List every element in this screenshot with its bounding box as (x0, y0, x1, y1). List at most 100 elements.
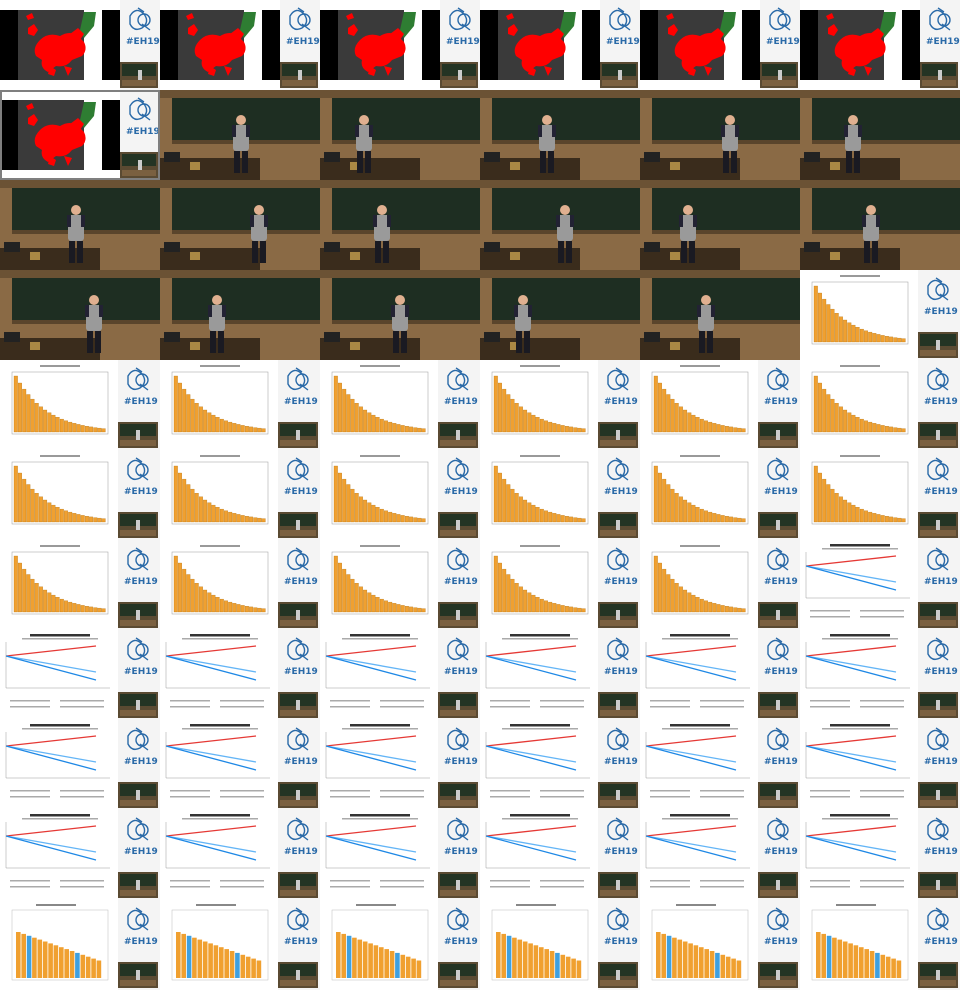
event-tag: #EH19 (766, 37, 800, 47)
thumbnail-bars[interactable]: #EH19 (800, 450, 960, 540)
thumbnail-lecture[interactable] (160, 90, 320, 180)
thumbnail-lines[interactable]: #EH19 (800, 810, 960, 900)
distribution-bar-slide: #EH19 (160, 540, 320, 630)
event-tag: #EH19 (444, 937, 478, 947)
thumbnail-lecture[interactable] (160, 180, 320, 270)
thumbnail-lines[interactable]: #EH19 (320, 810, 480, 900)
impact-line-slide: #EH19 (0, 630, 160, 720)
thumbnail-lines[interactable]: #EH19 (480, 720, 640, 810)
thumbnail-map[interactable]: #EH19 (160, 0, 320, 90)
thumbnail-ranked[interactable]: #EH19 (160, 900, 320, 990)
speaker-inset (598, 872, 638, 898)
thumbnail-lecture[interactable] (480, 270, 640, 360)
distribution-bar-slide: #EH19 (320, 540, 480, 630)
thumbnail-bars[interactable]: #EH19 (800, 360, 960, 450)
thumbnail-ranked[interactable]: #EH19 (480, 900, 640, 990)
distribution-bar-slide: #EH19 (480, 540, 640, 630)
thumbnail-ranked[interactable]: #EH19 (0, 900, 160, 990)
impact-line-slide: #EH19 (160, 720, 320, 810)
speaker-inset (918, 602, 958, 628)
thumbnail-lecture[interactable] (320, 180, 480, 270)
thumbnail-bars[interactable]: #EH19 (480, 540, 640, 630)
thumbnail-lines[interactable]: #EH19 (800, 540, 960, 630)
thumbnail-lines[interactable]: #EH19 (160, 720, 320, 810)
speaker-inset (760, 62, 798, 88)
thumbnail-lecture[interactable] (320, 90, 480, 180)
thumbnail-bars[interactable]: #EH19 (0, 540, 160, 630)
thumbnail-bars[interactable]: #EH19 (800, 270, 960, 360)
event-tag: #EH19 (764, 847, 798, 857)
europe-map-slide: #EH19 (0, 90, 160, 180)
thumbnail-lecture[interactable] (640, 270, 800, 360)
thumbnail-bars[interactable]: #EH19 (640, 450, 800, 540)
event-tag: #EH19 (444, 397, 478, 407)
thumbnail-bars[interactable]: #EH19 (160, 450, 320, 540)
thumbnail-lines[interactable]: #EH19 (480, 630, 640, 720)
thumbnail-lines[interactable]: #EH19 (480, 810, 640, 900)
thumbnail-bars[interactable]: #EH19 (320, 450, 480, 540)
event-tag: #EH19 (444, 667, 478, 677)
thumbnail-ranked[interactable]: #EH19 (640, 900, 800, 990)
thumbnail-lines[interactable]: #EH19 (0, 810, 160, 900)
thumbnail-lines[interactable]: #EH19 (800, 630, 960, 720)
thumbnail-map[interactable]: #EH19 (800, 0, 960, 90)
thumbnail-bars[interactable]: #EH19 (480, 450, 640, 540)
thumbnail-lecture[interactable] (480, 90, 640, 180)
thumbnail-ranked[interactable]: #EH19 (800, 900, 960, 990)
thumbnail-map[interactable]: #EH19 (320, 0, 480, 90)
thumbnail-ranked[interactable]: #EH19 (320, 900, 480, 990)
distribution-bar-slide: #EH19 (800, 360, 960, 450)
thumbnail-map[interactable]: #EH19 (480, 0, 640, 90)
thumbnail-lines[interactable]: #EH19 (640, 720, 800, 810)
thumbnail-bars[interactable]: #EH19 (160, 540, 320, 630)
thumbnail-lecture[interactable] (640, 90, 800, 180)
thumbnail-lines[interactable]: #EH19 (0, 630, 160, 720)
thumbnail-lines[interactable]: #EH19 (320, 630, 480, 720)
impact-line-slide: #EH19 (800, 720, 960, 810)
thumbnail-bars[interactable]: #EH19 (0, 450, 160, 540)
speaker-inset (918, 692, 958, 718)
thumbnail-lecture[interactable] (0, 180, 160, 270)
impact-line-slide: #EH19 (800, 540, 960, 630)
thumbnail-map[interactable]: #EH19 (0, 90, 160, 180)
ranked-bar-slide: #EH19 (160, 900, 320, 990)
distribution-bar-slide: #EH19 (160, 450, 320, 540)
speaker-inset (278, 962, 318, 988)
thumbnail-map[interactable]: #EH19 (0, 0, 160, 90)
thumbnail-map[interactable]: #EH19 (640, 0, 800, 90)
thumbnail-bars[interactable]: #EH19 (0, 360, 160, 450)
thumbnail-bars[interactable]: #EH19 (640, 540, 800, 630)
thumbnail-lines[interactable]: #EH19 (0, 720, 160, 810)
event-tag: #EH19 (924, 397, 958, 407)
thumbnail-lecture[interactable] (800, 180, 960, 270)
thumbnail-lines[interactable]: #EH19 (160, 630, 320, 720)
distribution-bar-slide: #EH19 (160, 360, 320, 450)
thumbnail-bars[interactable]: #EH19 (320, 540, 480, 630)
impact-line-slide: #EH19 (320, 720, 480, 810)
thumbnail-lines[interactable]: #EH19 (640, 810, 800, 900)
event-tag: #EH19 (124, 577, 158, 587)
event-tag: #EH19 (604, 667, 638, 677)
thumbnail-lines[interactable]: #EH19 (160, 810, 320, 900)
impact-line-slide: #EH19 (800, 630, 960, 720)
thumbnail-bars[interactable]: #EH19 (480, 360, 640, 450)
distribution-bar-slide: #EH19 (320, 450, 480, 540)
distribution-bar-slide: #EH19 (320, 360, 480, 450)
thumbnail-bars[interactable]: #EH19 (160, 360, 320, 450)
thumbnail-lecture[interactable] (160, 270, 320, 360)
thumbnail-lines[interactable]: #EH19 (800, 720, 960, 810)
thumbnail-lecture[interactable] (0, 270, 160, 360)
thumbnail-lines[interactable]: #EH19 (320, 720, 480, 810)
thumbnail-lecture[interactable] (480, 180, 640, 270)
thumbnail-bars[interactable]: #EH19 (640, 360, 800, 450)
distribution-bar-slide: #EH19 (480, 360, 640, 450)
thumbnail-lecture[interactable] (640, 180, 800, 270)
thumbnail-lecture[interactable] (800, 90, 960, 180)
event-tag: #EH19 (284, 937, 318, 947)
europe-map-slide: #EH19 (0, 0, 160, 90)
event-tag: #EH19 (124, 667, 158, 677)
thumbnail-lines[interactable]: #EH19 (640, 630, 800, 720)
thumbnail-lecture[interactable] (320, 270, 480, 360)
thumbnail-bars[interactable]: #EH19 (320, 360, 480, 450)
distribution-bar-slide: #EH19 (640, 540, 800, 630)
